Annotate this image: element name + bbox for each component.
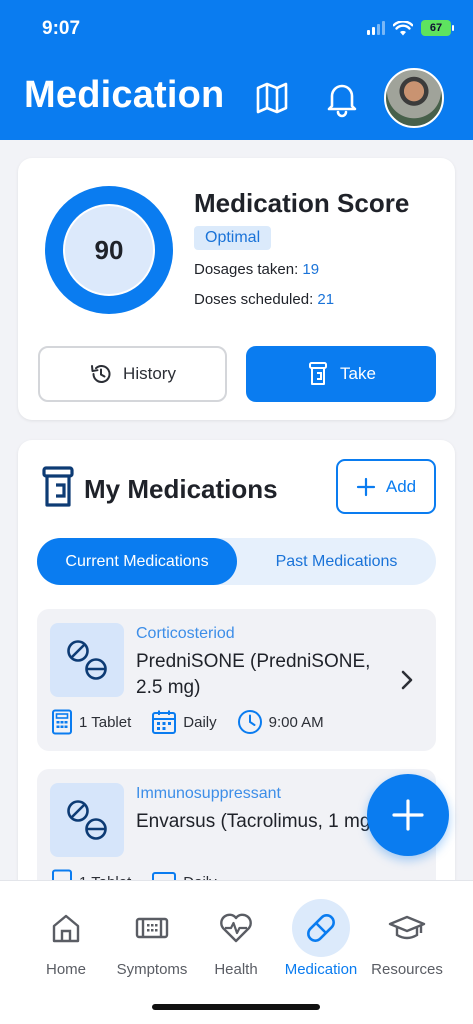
tab-past-medications[interactable]: Past Medications [237, 538, 436, 585]
tab-health[interactable]: Health [189, 899, 283, 978]
tab-label: Symptoms [116, 961, 188, 978]
bottom-tab-bar: Home Symptoms Health Medication Resource… [0, 880, 473, 1024]
heart-pulse-icon [220, 913, 252, 943]
medication-schedule: 1 Tablet Daily 9:00 AM [51, 709, 324, 735]
doses-scheduled: Doses scheduled: 21 [194, 291, 334, 308]
tab-resources[interactable]: Resources [360, 899, 454, 978]
tab-home[interactable]: Home [19, 899, 113, 978]
pill-bottle-icon [309, 362, 328, 385]
score-title: Medication Score [194, 188, 410, 218]
medications-tabs: Current Medications Past Medications [37, 538, 436, 585]
app-header: 9:07 67 Medication [0, 0, 473, 140]
tab-label: Home [45, 961, 86, 978]
symptoms-icon [135, 917, 169, 939]
history-label: History [123, 364, 176, 383]
status-badge: Optimal [194, 226, 272, 250]
history-button[interactable]: History [38, 346, 227, 402]
signal-icon [367, 21, 385, 35]
medication-score-card: 90 Medication Score Optimal Dosages take… [18, 158, 455, 420]
home-icon [52, 914, 80, 943]
pill-icon [50, 623, 124, 697]
take-label: Take [340, 364, 376, 383]
score-value: 90 [63, 204, 155, 296]
pill-icon [307, 914, 335, 942]
dosages-taken-value: 19 [302, 261, 320, 278]
score-ring: 90 [45, 186, 173, 314]
chevron-right-icon [401, 670, 413, 690]
medication-category: Immunosuppressant [136, 785, 281, 802]
tab-symptoms[interactable]: Symptoms [105, 899, 199, 978]
add-floating-button[interactable] [367, 774, 449, 856]
avatar[interactable] [384, 68, 444, 128]
wifi-icon [393, 20, 413, 35]
doses-scheduled-value: 21 [317, 291, 335, 308]
dosages-taken: Dosages taken: 19 [194, 261, 319, 278]
dosages-taken-label: Dosages taken: [194, 261, 299, 278]
status-time: 9:07 [42, 18, 81, 39]
medication-dose: 1 Tablet [79, 713, 132, 731]
pill-icon [50, 783, 124, 857]
graduation-cap-icon [388, 915, 426, 940]
calendar-icon [152, 710, 177, 734]
status-icons: 67 [367, 20, 454, 36]
medication-name: Envarsus (Tacrolimus, 1 mg) [136, 811, 377, 832]
add-label: Add [385, 476, 417, 496]
battery-icon: 67 [421, 20, 454, 36]
pill-bottle-icon [42, 466, 74, 507]
bell-icon[interactable] [322, 78, 362, 118]
doses-scheduled-label: Doses scheduled: [194, 291, 314, 308]
tab-label: Resources [371, 961, 443, 978]
medication-item[interactable]: Corticosteriod PredniSONE (PredniSONE, 2… [37, 609, 436, 751]
tab-medication[interactable]: Medication [274, 899, 368, 978]
tab-label: Health [214, 961, 258, 978]
history-icon [91, 365, 111, 383]
home-indicator [152, 1004, 320, 1010]
plus-icon [356, 477, 375, 496]
add-medication-button[interactable]: Add [336, 459, 436, 514]
calculator-icon [52, 709, 72, 735]
tab-label: Medication [284, 961, 358, 978]
clock-icon [237, 710, 262, 734]
medication-time: 9:00 AM [268, 713, 324, 731]
page-title: Medication [24, 74, 225, 116]
tab-current-medications[interactable]: Current Medications [37, 538, 237, 585]
take-button[interactable]: Take [246, 346, 436, 402]
medication-category: Corticosteriod [136, 625, 235, 642]
section-title: My Medications [84, 474, 278, 504]
medication-frequency: Daily [183, 713, 217, 731]
plus-icon [392, 799, 424, 831]
medication-name: PredniSONE (PredniSONE, 2.5 mg) [136, 651, 371, 698]
map-icon[interactable] [252, 78, 292, 118]
